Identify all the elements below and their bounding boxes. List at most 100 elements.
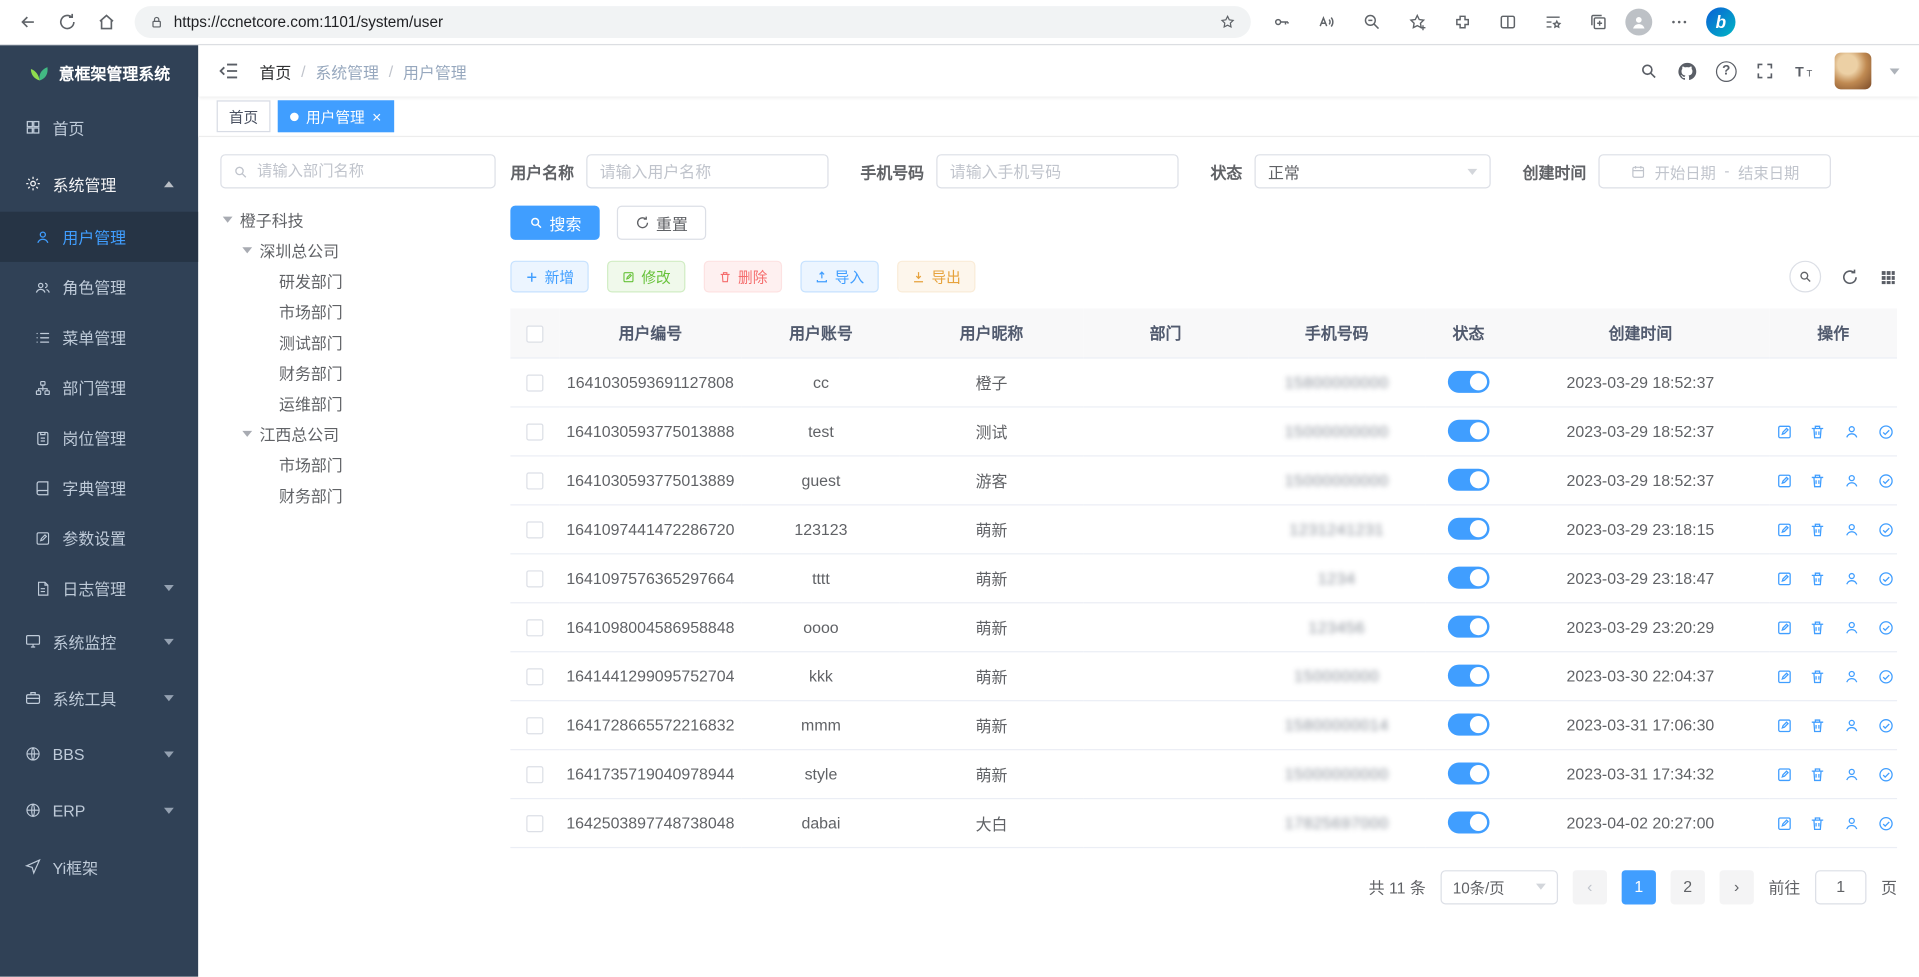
prev-page-button[interactable]: ‹ xyxy=(1573,870,1607,904)
sidebar-item-post-mgmt[interactable]: 岗位管理 xyxy=(0,412,198,462)
tree-node-dept[interactable]: 财务部门 xyxy=(220,357,495,388)
add-button[interactable]: 新增 xyxy=(510,261,588,293)
more-icon[interactable] xyxy=(1661,4,1698,41)
reset-password-icon[interactable] xyxy=(1843,521,1860,538)
user-avatar[interactable] xyxy=(1835,53,1872,90)
tree-node-dept[interactable]: 财务部门 xyxy=(220,480,495,511)
tree-node-dept[interactable]: 市场部门 xyxy=(220,296,495,327)
page-button-1[interactable]: 1 xyxy=(1622,870,1656,904)
sidebar-item-dict-mgmt[interactable]: 字典管理 xyxy=(0,463,198,513)
split-screen-icon[interactable] xyxy=(1489,4,1526,41)
back-icon[interactable] xyxy=(10,4,47,41)
page-button-2[interactable]: 2 xyxy=(1671,870,1705,904)
assign-role-icon[interactable] xyxy=(1877,570,1894,587)
edit-icon[interactable] xyxy=(1775,766,1792,783)
export-button[interactable]: 导出 xyxy=(897,261,975,293)
status-toggle[interactable] xyxy=(1448,665,1490,687)
reset-password-icon[interactable] xyxy=(1843,619,1860,636)
assign-role-icon[interactable] xyxy=(1877,668,1894,685)
github-icon[interactable] xyxy=(1677,61,1698,82)
status-toggle[interactable] xyxy=(1448,567,1490,589)
next-page-button[interactable]: › xyxy=(1720,870,1754,904)
delete-icon[interactable] xyxy=(1809,717,1826,734)
tree-node-dept[interactable]: 市场部门 xyxy=(220,449,495,480)
delete-icon[interactable] xyxy=(1809,423,1826,440)
sidebar-item-log-mgmt[interactable]: 日志管理 xyxy=(0,563,198,613)
delete-icon[interactable] xyxy=(1809,619,1826,636)
sidebar-item-user-mgmt[interactable]: 用户管理 xyxy=(0,212,198,262)
tree-node-company[interactable]: 深圳总公司 xyxy=(220,235,495,266)
assign-role-icon[interactable] xyxy=(1877,521,1894,538)
assign-role-icon[interactable] xyxy=(1877,472,1894,489)
select-all-checkbox[interactable] xyxy=(526,325,543,342)
status-select[interactable]: 正常 xyxy=(1255,154,1491,188)
sidebar-item-role-mgmt[interactable]: 角色管理 xyxy=(0,262,198,312)
edit-icon[interactable] xyxy=(1775,668,1792,685)
sidebar-item-erp[interactable]: ERP xyxy=(0,782,198,838)
sidebar-item-param-settings[interactable]: 参数设置 xyxy=(0,513,198,563)
username-input[interactable] xyxy=(586,154,828,188)
collections-icon[interactable] xyxy=(1580,4,1617,41)
tree-caret-icon[interactable] xyxy=(242,247,252,253)
favorites-add-icon[interactable] xyxy=(1399,4,1436,41)
delete-icon[interactable] xyxy=(1809,668,1826,685)
edit-icon[interactable] xyxy=(1775,472,1792,489)
status-toggle[interactable] xyxy=(1448,518,1490,540)
sidebar-item-monitor[interactable]: 系统监控 xyxy=(0,613,198,669)
status-toggle[interactable] xyxy=(1448,469,1490,491)
profile-avatar-icon[interactable] xyxy=(1625,9,1652,36)
sidebar-item-tools[interactable]: 系统工具 xyxy=(0,669,198,725)
assign-role-icon[interactable] xyxy=(1877,717,1894,734)
tab-home[interactable]: 首页 xyxy=(217,100,271,132)
close-tab-icon[interactable]: × xyxy=(372,108,381,124)
row-checkbox[interactable] xyxy=(526,815,543,832)
sidebar-item-home[interactable]: 首页 xyxy=(0,99,198,155)
help-icon[interactable]: ? xyxy=(1716,61,1737,82)
row-checkbox[interactable] xyxy=(526,668,543,685)
reset-password-icon[interactable] xyxy=(1843,570,1860,587)
password-key-icon[interactable] xyxy=(1263,4,1300,41)
tree-caret-icon[interactable] xyxy=(242,431,252,437)
reset-password-icon[interactable] xyxy=(1843,717,1860,734)
row-checkbox[interactable] xyxy=(526,423,543,440)
assign-role-icon[interactable] xyxy=(1877,423,1894,440)
reset-button[interactable]: 重置 xyxy=(617,206,706,240)
search-icon[interactable] xyxy=(1639,61,1659,81)
assign-role-icon[interactable] xyxy=(1877,766,1894,783)
bookmark-star-icon[interactable] xyxy=(1219,13,1236,30)
edit-icon[interactable] xyxy=(1775,423,1792,440)
edit-icon[interactable] xyxy=(1775,717,1792,734)
import-button[interactable]: 导入 xyxy=(800,261,878,293)
tree-node-company[interactable]: 江西总公司 xyxy=(220,419,495,450)
assign-role-icon[interactable] xyxy=(1877,815,1894,832)
reset-password-icon[interactable] xyxy=(1843,668,1860,685)
breadcrumb-home[interactable]: 首页 xyxy=(259,59,291,82)
delete-icon[interactable] xyxy=(1809,570,1826,587)
user-menu-caret-icon[interactable] xyxy=(1890,68,1900,74)
zoom-out-icon[interactable] xyxy=(1354,4,1391,41)
edit-icon[interactable] xyxy=(1775,619,1792,636)
jump-page-input[interactable] xyxy=(1815,870,1866,904)
sidebar-item-system[interactable]: 系统管理 xyxy=(0,155,198,211)
row-checkbox[interactable] xyxy=(526,521,543,538)
tab-user-mgmt[interactable]: 用户管理 × xyxy=(278,100,394,132)
reset-password-icon[interactable] xyxy=(1843,815,1860,832)
date-range-picker[interactable]: 开始日期 - 结束日期 xyxy=(1598,154,1831,188)
refresh-icon[interactable] xyxy=(49,4,86,41)
delete-icon[interactable] xyxy=(1809,521,1826,538)
sidebar-item-menu-mgmt[interactable]: 菜单管理 xyxy=(0,312,198,362)
grid-icon[interactable] xyxy=(1879,267,1897,285)
phone-input[interactable] xyxy=(936,154,1178,188)
delete-button[interactable]: 删除 xyxy=(704,261,782,293)
edit-icon[interactable] xyxy=(1775,521,1792,538)
delete-icon[interactable] xyxy=(1809,472,1826,489)
breadcrumb-system[interactable]: 系统管理 xyxy=(315,59,379,82)
read-aloud-icon[interactable] xyxy=(1308,4,1345,41)
row-checkbox[interactable] xyxy=(526,619,543,636)
toggle-search-button[interactable] xyxy=(1789,261,1821,293)
font-size-icon[interactable]: TT xyxy=(1793,61,1816,82)
reset-password-icon[interactable] xyxy=(1843,472,1860,489)
refresh-table-icon[interactable] xyxy=(1841,267,1859,285)
tree-node-dept[interactable]: 测试部门 xyxy=(220,327,495,358)
delete-icon[interactable] xyxy=(1809,815,1826,832)
